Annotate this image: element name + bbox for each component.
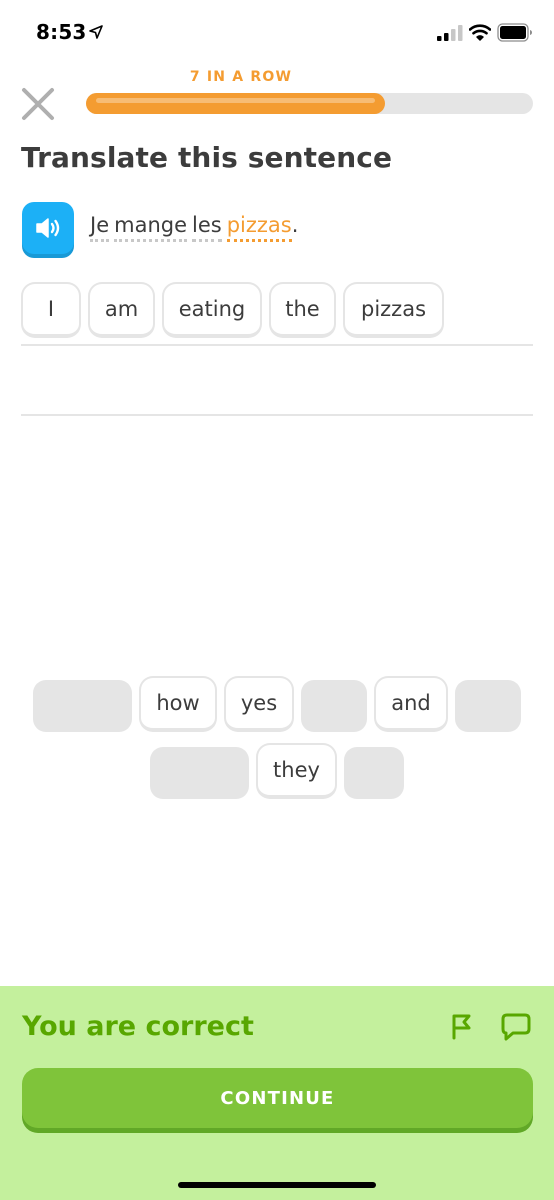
- used-word-slot: [301, 680, 367, 732]
- comment-icon[interactable]: [500, 1012, 532, 1042]
- word-bank-chip[interactable]: how: [139, 676, 217, 732]
- word-bank-row-1: how yes and: [0, 676, 554, 732]
- used-word-slot: [455, 680, 521, 732]
- word-bank-row-2: they: [0, 743, 554, 799]
- close-icon[interactable]: [20, 86, 56, 122]
- progress-fill: [86, 93, 386, 114]
- answer-area: I am eating the pizzas: [21, 282, 533, 338]
- flag-icon[interactable]: [447, 1011, 477, 1041]
- wifi-icon: [469, 24, 491, 41]
- location-arrow-icon: [89, 25, 103, 39]
- streak-label: 7 IN A ROW: [189, 69, 293, 85]
- prompt-word[interactable]: mange: [114, 213, 188, 242]
- answer-token[interactable]: eating: [162, 282, 262, 338]
- word-bank-chip[interactable]: and: [374, 676, 448, 732]
- used-word-slot: [344, 747, 404, 799]
- feedback-message: You are correct: [22, 1011, 254, 1042]
- used-word-slot: [33, 680, 132, 732]
- prompt-word[interactable]: Je: [90, 213, 110, 242]
- cellular-signal-icon: [437, 25, 463, 41]
- continue-button[interactable]: CONTINUE: [22, 1068, 533, 1128]
- home-indicator[interactable]: [178, 1182, 376, 1188]
- battery-icon: [497, 23, 532, 42]
- answer-line-1: [21, 344, 533, 346]
- status-bar: 8:53: [0, 0, 554, 66]
- status-time: 8:53: [36, 20, 87, 44]
- answer-token[interactable]: am: [88, 282, 155, 338]
- prompt-sentence: Je mange les pizzas.: [90, 213, 298, 242]
- feedback-panel: You are correct CONTINUE: [0, 986, 554, 1200]
- speaker-icon: [36, 218, 60, 238]
- prompt-word[interactable]: les: [192, 213, 222, 242]
- answer-token[interactable]: pizzas: [343, 282, 444, 338]
- word-bank-chip[interactable]: they: [256, 743, 337, 799]
- speaker-button[interactable]: [22, 202, 74, 254]
- page-title: Translate this sentence: [21, 141, 393, 174]
- answer-token[interactable]: the: [269, 282, 336, 338]
- answer-token[interactable]: I: [21, 282, 81, 338]
- progress-shine: [96, 98, 376, 103]
- word-bank-chip[interactable]: yes: [224, 676, 294, 732]
- prompt-word-new[interactable]: pizzas: [226, 213, 292, 242]
- prompt-punctuation: .: [291, 213, 299, 237]
- used-word-slot: [150, 747, 249, 799]
- answer-line-2: [21, 414, 533, 416]
- progress-bar: [86, 93, 533, 114]
- answer-row: I am eating the pizzas: [21, 282, 533, 338]
